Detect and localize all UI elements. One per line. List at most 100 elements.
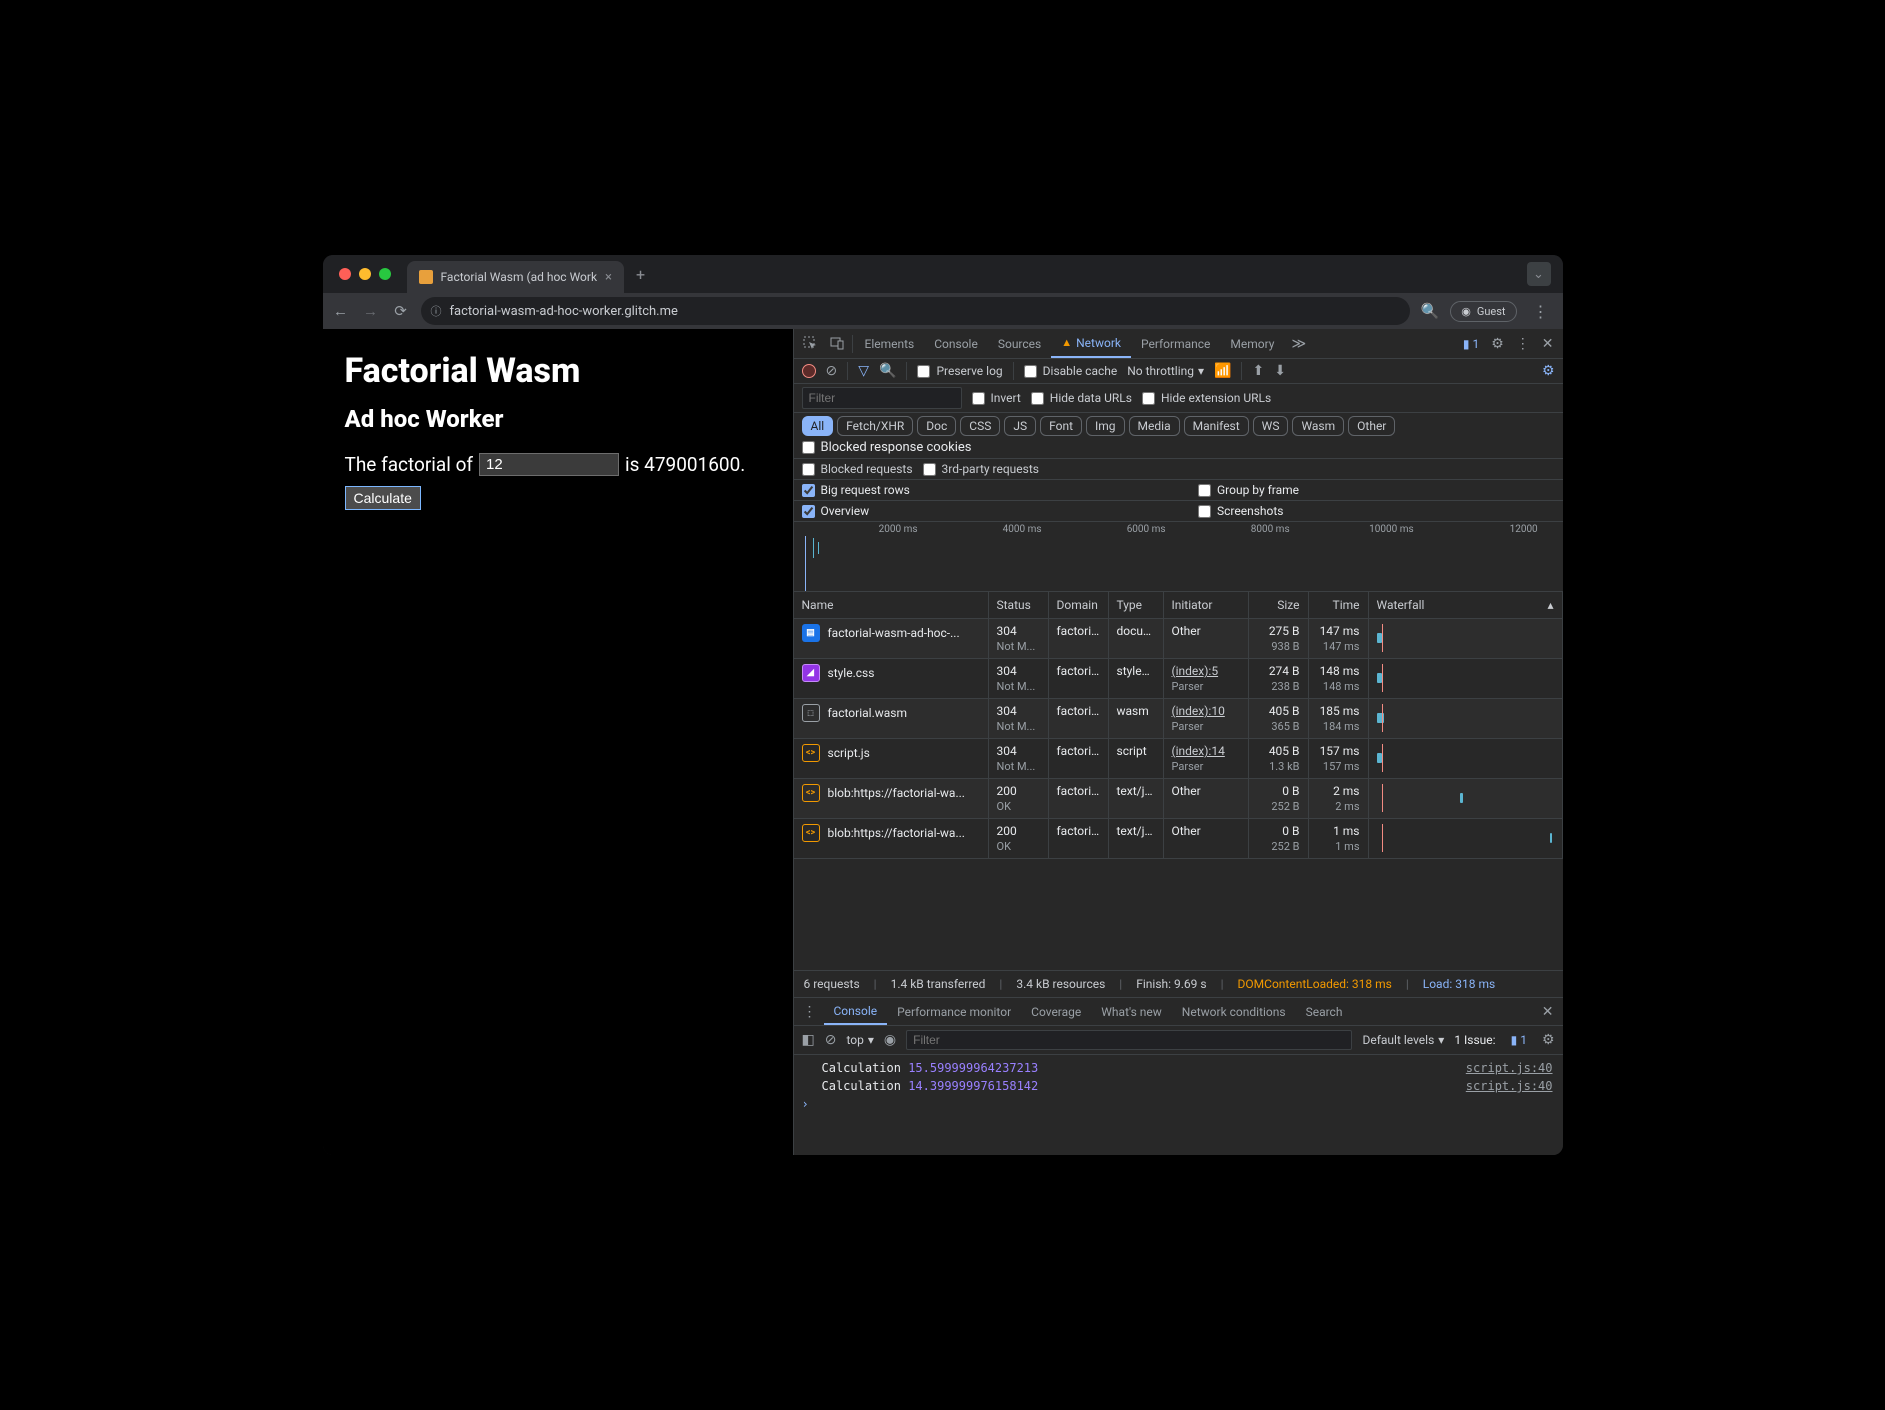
overview-checkbox[interactable]: Overview [802, 504, 870, 518]
col-type[interactable]: Type [1109, 592, 1164, 618]
col-status[interactable]: Status [989, 592, 1049, 618]
calculate-button[interactable]: Calculate [345, 486, 421, 510]
search-icon[interactable]: 🔍 [879, 363, 896, 379]
export-har-icon[interactable]: ⬇ [1274, 363, 1286, 379]
profile-button[interactable]: ◉ Guest [1450, 301, 1516, 322]
settings-icon[interactable]: ⚙ [1486, 336, 1509, 352]
console-clear-icon[interactable]: ⊘ [825, 1032, 837, 1048]
window-close-button[interactable] [339, 268, 351, 280]
filter-pill-js[interactable]: JS [1004, 416, 1036, 436]
log-source-link[interactable]: script.js:40 [1466, 1079, 1553, 1093]
issues-badge[interactable]: ▮ 1 [1458, 337, 1484, 351]
hide-data-urls-checkbox[interactable]: Hide data URLs [1031, 391, 1132, 405]
devtools-tab-elements[interactable]: Elements [855, 329, 925, 358]
drawer-tab-performance-monitor[interactable]: Performance monitor [887, 998, 1021, 1025]
table-row[interactable]: <>script.js 304Not M... factori... scrip… [794, 739, 1563, 779]
console-settings-icon[interactable]: ⚙ [1542, 1032, 1555, 1048]
console-issue-badge[interactable]: ▮1 [1506, 1033, 1532, 1047]
blocked-requests-checkbox[interactable]: Blocked requests [802, 462, 913, 476]
devtools-tab-sources[interactable]: Sources [988, 329, 1051, 358]
clear-icon[interactable]: ⊘ [826, 363, 838, 379]
reload-button[interactable]: ⟳ [391, 302, 411, 320]
disable-cache-checkbox[interactable]: Disable cache [1024, 364, 1118, 378]
big-rows-checkbox[interactable]: Big request rows [802, 483, 910, 497]
table-row[interactable]: ◢style.css 304Not M... factori... styles… [794, 659, 1563, 699]
network-filter-input[interactable] [802, 387, 962, 409]
window-maximize-button[interactable] [379, 268, 391, 280]
record-button[interactable] [802, 364, 816, 378]
col-name[interactable]: Name [794, 592, 989, 618]
drawer-tab-console[interactable]: Console [824, 998, 888, 1025]
log-levels-select[interactable]: Default levels ▾ [1362, 1033, 1444, 1047]
drawer-tab-coverage[interactable]: Coverage [1021, 998, 1091, 1025]
devtools-tab-performance[interactable]: Performance [1131, 329, 1220, 358]
forward-button[interactable]: → [361, 302, 381, 320]
console-sidebar-icon[interactable]: ◧ [802, 1032, 815, 1048]
devtools-close-icon[interactable]: ✕ [1537, 336, 1559, 352]
table-row[interactable]: <>blob:https://factorial-wa... 200OK fac… [794, 779, 1563, 819]
factorial-input[interactable] [479, 453, 619, 476]
col-domain[interactable]: Domain [1049, 592, 1109, 618]
live-expression-icon[interactable]: ◉ [884, 1032, 896, 1048]
filter-pill-css[interactable]: CSS [960, 416, 1000, 436]
invert-checkbox[interactable]: Invert [972, 391, 1021, 405]
network-conditions-icon[interactable]: 📶 [1214, 363, 1231, 379]
devtools-tab-memory[interactable]: Memory [1220, 329, 1284, 358]
context-select[interactable]: top ▾ [846, 1033, 873, 1047]
throttling-select[interactable]: No throttling ▾ [1127, 364, 1204, 378]
filter-pill-img[interactable]: Img [1086, 416, 1125, 436]
table-row[interactable]: ⬚factorial.wasm 304Not M... factori... w… [794, 699, 1563, 739]
log-source-link[interactable]: script.js:40 [1466, 1061, 1553, 1075]
window-minimize-button[interactable] [359, 268, 371, 280]
filter-pill-wasm[interactable]: Wasm [1292, 416, 1344, 436]
back-button[interactable]: ← [331, 302, 351, 320]
drawer-menu-icon[interactable]: ⋮ [798, 1004, 822, 1020]
drawer-close-icon[interactable]: ✕ [1537, 1004, 1559, 1020]
screenshots-checkbox[interactable]: Screenshots [1198, 504, 1283, 518]
filter-pill-all[interactable]: All [802, 416, 834, 436]
filter-toggle-icon[interactable]: ▽ [858, 363, 869, 379]
filter-pill-manifest[interactable]: Manifest [1184, 416, 1249, 436]
device-toggle-icon[interactable] [825, 336, 850, 351]
zoom-icon[interactable]: 🔍 [1420, 302, 1440, 320]
table-row[interactable]: <>blob:https://factorial-wa... 200OK fac… [794, 819, 1563, 859]
drawer-tab-network-conditions[interactable]: Network conditions [1172, 998, 1296, 1025]
drawer-tab-search[interactable]: Search [1296, 998, 1353, 1025]
url-input[interactable]: ⓘ factorial-wasm-ad-hoc-worker.glitch.me [421, 297, 1411, 325]
filter-pill-doc[interactable]: Doc [917, 416, 956, 436]
address-bar: ← → ⟳ ⓘ factorial-wasm-ad-hoc-worker.gli… [323, 293, 1563, 329]
preserve-log-checkbox[interactable]: Preserve log [917, 364, 1002, 378]
new-tab-button[interactable]: + [636, 265, 645, 284]
col-waterfall[interactable]: Waterfall ▴ [1369, 592, 1563, 618]
chrome-menu-button[interactable]: ⋮ [1527, 302, 1555, 321]
third-party-checkbox[interactable]: 3rd-party requests [923, 462, 1039, 476]
hide-ext-urls-checkbox[interactable]: Hide extension URLs [1142, 391, 1271, 405]
css-file-icon: ◢ [802, 664, 820, 682]
devtools-tab-network[interactable]: ▲Network [1051, 329, 1131, 358]
devtools-tab-console[interactable]: Console [924, 329, 988, 358]
blocked-cookies-checkbox[interactable]: Blocked response cookies [802, 440, 972, 455]
drawer-tab-what-s-new[interactable]: What's new [1091, 998, 1172, 1025]
filter-pill-fetchxhr[interactable]: Fetch/XHR [837, 416, 913, 436]
browser-tab[interactable]: Factorial Wasm (ad hoc Work × [407, 261, 624, 293]
network-settings-icon[interactable]: ⚙ [1542, 363, 1555, 379]
col-time[interactable]: Time [1309, 592, 1369, 618]
devtools-menu-icon[interactable]: ⋮ [1511, 336, 1535, 352]
console-prompt[interactable]: › [794, 1095, 1563, 1113]
filter-pill-ws[interactable]: WS [1253, 416, 1289, 436]
timeline-overview[interactable]: 2000 ms4000 ms6000 ms8000 ms10000 ms1200… [794, 522, 1563, 592]
console-filter-input[interactable] [906, 1030, 1352, 1050]
tab-overflow-button[interactable]: ⌄ [1527, 262, 1551, 286]
col-size[interactable]: Size [1249, 592, 1309, 618]
table-row[interactable]: ▤factorial-wasm-ad-hoc-... 304Not M... f… [794, 619, 1563, 659]
import-har-icon[interactable]: ⬆ [1252, 363, 1264, 379]
more-tabs-icon[interactable]: ≫ [1286, 336, 1311, 352]
filter-pill-other[interactable]: Other [1348, 416, 1395, 436]
group-frame-checkbox[interactable]: Group by frame [1198, 483, 1299, 497]
filter-pill-media[interactable]: Media [1129, 416, 1180, 436]
col-initiator[interactable]: Initiator [1164, 592, 1249, 618]
filter-pill-font[interactable]: Font [1040, 416, 1082, 436]
inspect-icon[interactable] [798, 336, 823, 351]
site-info-icon[interactable]: ⓘ [431, 303, 442, 319]
tab-close-icon[interactable]: × [605, 270, 612, 285]
